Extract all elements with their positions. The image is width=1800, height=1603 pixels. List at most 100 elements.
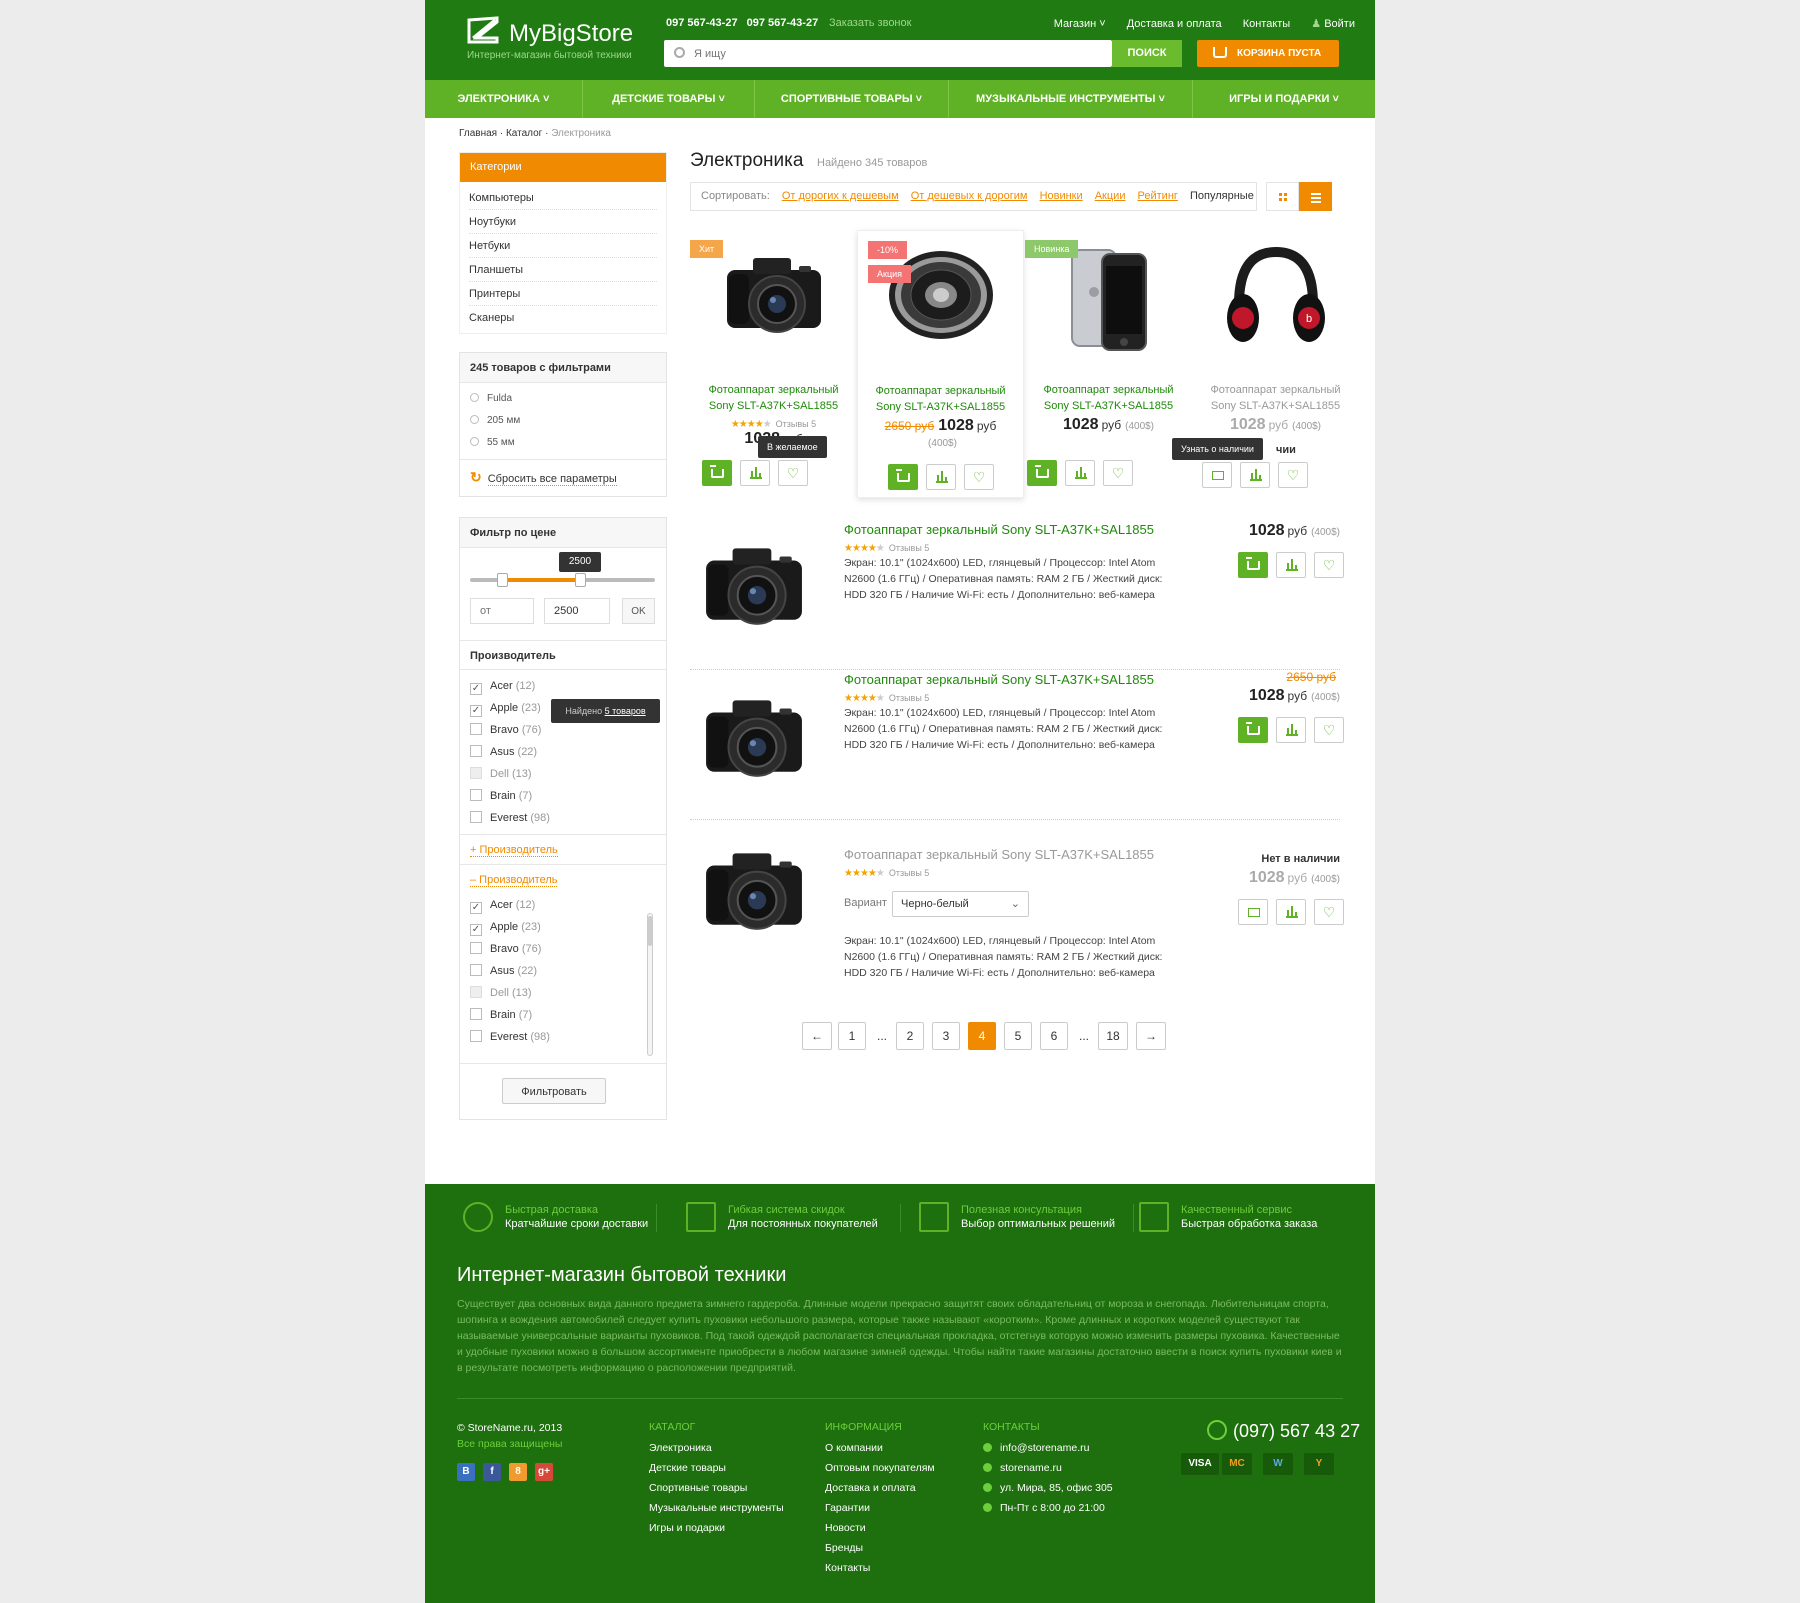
scrollbar-thumb[interactable] [648,916,652,946]
checkbox[interactable] [470,1030,482,1042]
product-image[interactable] [696,837,812,939]
search-button[interactable]: ПОИСК [1112,40,1182,67]
product-name[interactable]: Фотоаппарат зеркальный Sony SLT-A37K+SAL1… [858,383,1023,415]
search-input[interactable] [664,40,1112,67]
wishlist-button[interactable]: ♡ [1103,460,1133,486]
wishlist-button[interactable]: ♡ [964,464,994,490]
active-filter-chip[interactable]: Fulda [460,388,666,410]
footer-link[interactable]: Бренды [825,1542,935,1562]
reset-filters-link[interactable]: ↻ Сбросить все параметры [460,459,666,493]
footer-link[interactable]: Доставка и оплата [825,1482,935,1502]
notify-button[interactable] [1202,462,1232,488]
maker-checkbox-row[interactable]: ✓ Acer (12) [460,894,666,916]
nav-delivery[interactable]: Доставка и оплата [1127,18,1222,30]
add-to-cart-button[interactable] [1238,717,1268,743]
main-nav-electronics[interactable]: ЭЛЕКТРОНИКА ˅ [425,80,583,118]
page-button[interactable]: 4 [968,1022,996,1050]
wishlist-button[interactable]: ♡ [1278,462,1308,488]
maker-checkbox-row[interactable]: Brain (7) [460,785,666,807]
logo-text[interactable]: MyBigStore [509,20,633,48]
wishlist-button[interactable]: ♡ [1314,899,1344,925]
product-image[interactable] [690,242,857,352]
maker-checkbox-row[interactable]: Dell (13) [460,982,666,1004]
contact-email[interactable]: info@storename.ru [1000,1442,1089,1454]
reviews-link[interactable]: Отзывы 5 [889,543,929,553]
page-button[interactable]: 18 [1098,1022,1128,1050]
maker-scrollbar[interactable] [647,913,653,1056]
wishlist-button[interactable]: ♡ [778,460,808,486]
main-nav-kids[interactable]: ДЕТСКИЕ ТОВАРЫ ˅ [583,80,755,118]
checkbox[interactable] [470,811,482,823]
price-slider-max-handle[interactable] [575,573,586,587]
category-item[interactable]: Компьютеры [469,186,657,210]
page-button[interactable]: 5 [1004,1022,1032,1050]
footer-link[interactable]: Новости [825,1522,935,1542]
maker-checkbox-row[interactable]: Dell (13) [460,763,666,785]
add-to-cart-button[interactable] [1238,552,1268,578]
reviews-link[interactable]: Отзывы 5 [776,419,816,429]
wishlist-button[interactable]: ♡ [1314,552,1344,578]
sort-sale[interactable]: Акции [1095,190,1126,202]
footer-link[interactable]: Контакты [825,1562,935,1582]
odnoklassniki-icon[interactable]: 8 [509,1463,527,1481]
product-name[interactable]: Фотоаппарат зеркальный Sony SLT-A37K+SAL1… [1192,382,1359,414]
wishlist-button[interactable]: ♡ [1314,717,1344,743]
sort-rating[interactable]: Рейтинг [1138,190,1178,202]
remove-filter-icon[interactable] [470,437,479,446]
sort-cheap[interactable]: От дешевых к дорогим [911,190,1028,202]
checkbox[interactable]: ✓ [470,683,482,695]
prev-page-button[interactable]: ← [802,1022,832,1050]
product-image[interactable]: b [1192,242,1359,352]
maker-checkbox-row[interactable]: Asus (22) [460,741,666,763]
product-image[interactable] [1025,242,1192,352]
category-item[interactable]: Планшеты [469,258,657,282]
footer-link[interactable]: Электроника [649,1442,784,1462]
found-link[interactable]: 5 товаров [605,706,646,716]
filter-button[interactable]: Фильтровать [502,1078,606,1104]
maker-checkbox-row[interactable]: Brain (7) [460,1004,666,1026]
maker-checkbox-row[interactable]: Bravo (76) [460,938,666,960]
maker-checkbox-row[interactable]: Asus (22) [460,960,666,982]
product-name[interactable]: Фотоаппарат зеркальный Sony SLT-A37K+SAL… [844,672,1154,687]
checkbox[interactable] [470,745,482,757]
notify-button[interactable] [1238,899,1268,925]
sort-new[interactable]: Новинки [1040,190,1083,202]
page-button[interactable]: 1 [838,1022,866,1050]
vk-icon[interactable]: В [457,1463,475,1481]
checkbox[interactable] [470,789,482,801]
footer-link[interactable]: О компании [825,1442,935,1462]
product-name[interactable]: Фотоаппарат зеркальный Sony SLT-A37K+SAL1… [690,382,857,414]
compare-button[interactable] [740,460,770,486]
footer-link[interactable]: Спортивные товары [649,1482,784,1502]
compare-button[interactable] [1065,460,1095,486]
page-button[interactable]: 6 [1040,1022,1068,1050]
product-name[interactable]: Фотоаппарат зеркальный Sony SLT-A37K+SAL… [844,847,1154,862]
breadcrumb-home[interactable]: Главная [459,128,497,139]
add-to-cart-button[interactable] [1027,460,1057,486]
page-button[interactable]: 3 [932,1022,960,1050]
checkbox[interactable]: ✓ [470,705,482,717]
product-image[interactable] [696,532,812,634]
nav-shop[interactable]: Магазин ˅ [1054,18,1106,30]
checkbox[interactable]: ✓ [470,902,482,914]
price-slider-min-handle[interactable] [497,573,508,587]
nav-contacts[interactable]: Контакты [1243,18,1291,30]
active-filter-chip[interactable]: 205 мм [460,410,666,432]
main-nav-games[interactable]: ИГРЫ И ПОДАРКИ ˅ [1193,80,1375,118]
next-page-button[interactable]: → [1136,1022,1166,1050]
remove-filter-icon[interactable] [470,393,479,402]
reviews-link[interactable]: Отзывы 5 [889,693,929,703]
compare-button[interactable] [1240,462,1270,488]
price-to-input[interactable] [544,598,610,624]
checkbox[interactable]: ✓ [470,924,482,936]
checkbox[interactable] [470,986,482,998]
footer-link[interactable]: Детские товары [649,1462,784,1482]
category-item[interactable]: Принтеры [469,282,657,306]
product-image[interactable] [696,684,812,786]
category-item[interactable]: Нетбуки [469,234,657,258]
checkbox[interactable] [470,1008,482,1020]
checkbox[interactable] [470,767,482,779]
category-item[interactable]: Ноутбуки [469,210,657,234]
maker-expand-link[interactable]: + Производитель [460,834,666,864]
facebook-icon[interactable]: f [483,1463,501,1481]
